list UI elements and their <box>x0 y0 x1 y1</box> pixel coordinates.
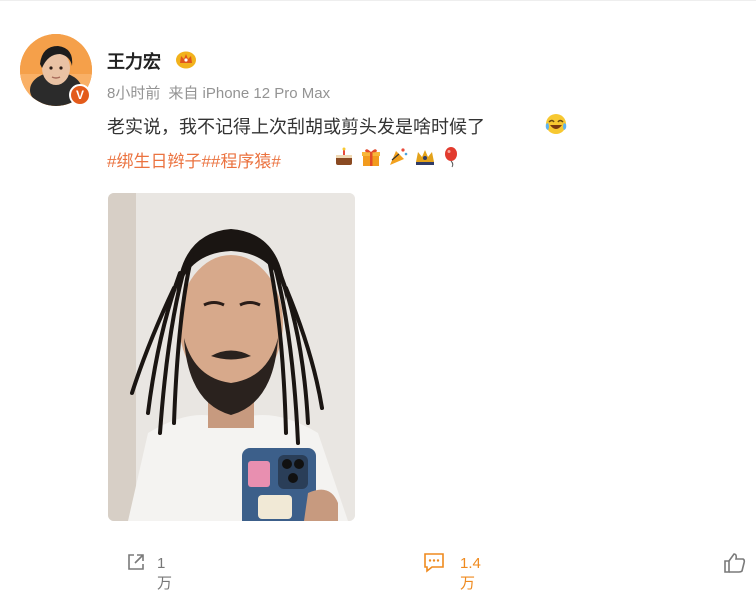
laughing-tears-icon <box>545 114 567 134</box>
comment-icon <box>424 553 444 573</box>
post-time[interactable]: 8小时前 <box>107 85 160 102</box>
thumbs-up-icon <box>724 553 746 573</box>
crown-icon <box>416 150 434 165</box>
hashtag-birthday-braids[interactable]: #绑生日辫子# <box>107 152 211 171</box>
hashtag-programmer[interactable]: #程序猿# <box>211 152 281 171</box>
comment-count: 1.4万 <box>460 555 481 592</box>
post-meta: 8小时前 来自 iPhone 12 Pro Max <box>107 82 330 103</box>
share-icon <box>128 554 144 570</box>
post-source: 来自 iPhone 12 Pro Max <box>168 85 331 102</box>
username[interactable]: 王力宏 <box>107 48 161 74</box>
post-photo[interactable] <box>108 193 355 521</box>
crown-badge-icon[interactable] <box>175 49 197 69</box>
top-divider <box>0 0 756 1</box>
hashtags: #绑生日辫子##程序猿# <box>107 147 281 172</box>
verified-badge: V <box>69 84 91 106</box>
balloon-icon <box>445 147 457 168</box>
party-horn-icon <box>390 148 408 165</box>
gift-icon <box>362 149 380 166</box>
cake-icon <box>336 147 352 165</box>
post-text: 老实说，我不记得上次刮胡或剪头发是啥时候了 <box>107 117 485 137</box>
share-count: 1万 <box>157 555 173 592</box>
